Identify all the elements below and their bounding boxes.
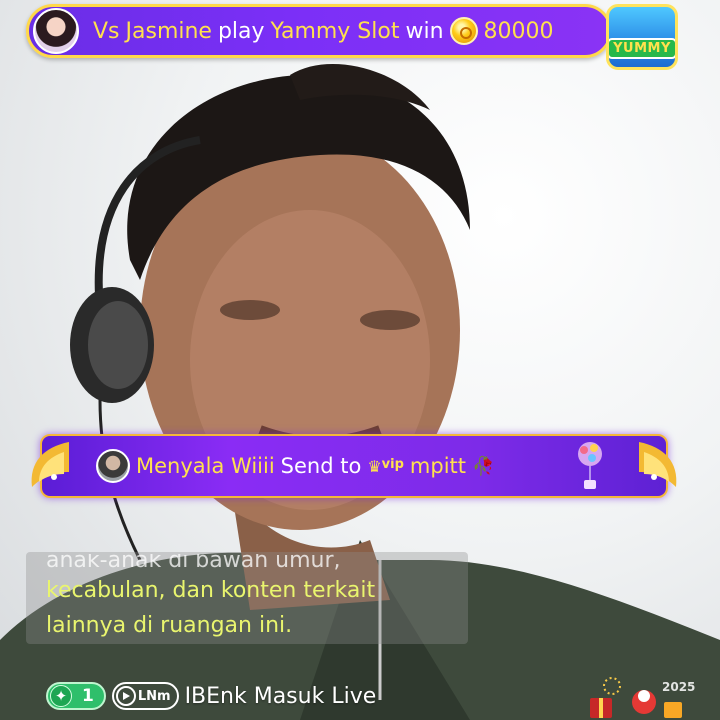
vip-badge: ♛ vip bbox=[367, 457, 404, 476]
gift-banner: Menyala Wiiii Send to ♛ vip mpitt 🥀 bbox=[31, 434, 677, 498]
balloon-gift-icon bbox=[578, 442, 602, 489]
coin-icon bbox=[449, 17, 478, 45]
level-star-icon: ✦ bbox=[50, 685, 72, 707]
sender-avatar[interactable] bbox=[96, 449, 130, 483]
win-message: Vs Jasmine play Yammy Slot win 80000 bbox=[93, 17, 554, 45]
sender-name[interactable]: Menyala Wiiii bbox=[136, 454, 275, 478]
play-icon bbox=[115, 686, 136, 706]
level-badge: ✦ 1 bbox=[46, 682, 106, 710]
level-number: 1 bbox=[82, 686, 94, 706]
send-to-label: Send to bbox=[280, 454, 362, 478]
winner-name: Jasmine bbox=[125, 18, 212, 44]
crown-icon: ♛ bbox=[367, 456, 382, 476]
win-word: win bbox=[405, 18, 444, 44]
gift-message: Menyala Wiiii Send to ♛ vip mpitt 🥀 bbox=[136, 454, 494, 478]
yummy-game-logo[interactable]: YUMMY bbox=[606, 4, 678, 70]
jackpot-win-banner[interactable]: Vs Jasmine play Yammy Slot win 80000 bbox=[26, 4, 612, 58]
chat-line-2: kecabulan, dan konten terkait bbox=[46, 578, 376, 603]
logo-text: YUMMY bbox=[609, 38, 675, 59]
wing-decoration-right-icon bbox=[639, 442, 677, 487]
entry-text[interactable]: IBEnk Masuk Live bbox=[185, 684, 377, 709]
lnm-text: LNm bbox=[137, 688, 171, 704]
recipient-name[interactable]: mpitt bbox=[410, 454, 466, 478]
play-word: play bbox=[217, 18, 265, 44]
vip-label: vip bbox=[381, 456, 404, 472]
corner-year: 2025 bbox=[662, 680, 696, 694]
vs-label: Vs bbox=[93, 18, 120, 44]
winner-avatar[interactable] bbox=[33, 8, 79, 54]
wing-decoration-left-icon bbox=[31, 442, 69, 487]
win-amount: 80000 bbox=[483, 18, 554, 44]
lnm-badge: LNm bbox=[111, 682, 179, 710]
rose-icon: 🥀 bbox=[472, 455, 495, 477]
chat-line-3: lainnya di ruangan ini. bbox=[46, 613, 293, 638]
game-name: Yammy Slot bbox=[270, 18, 400, 44]
user-entry-notice: ✦ 1 LNm IBEnk Masuk Live bbox=[46, 680, 376, 712]
